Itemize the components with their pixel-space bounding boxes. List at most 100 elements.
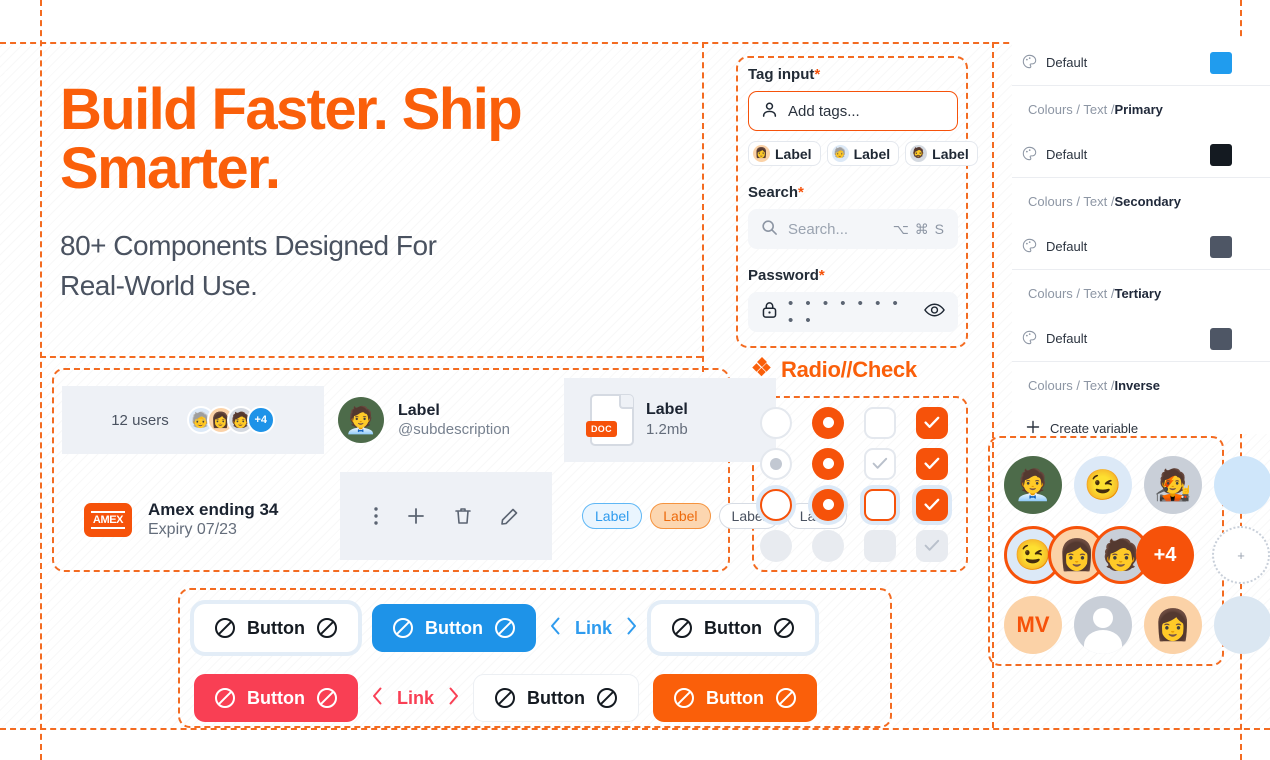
tag-pill-blue[interactable]: Label	[582, 503, 643, 529]
tag-chip-list: 👩 Label 🧓 Label 🧔 Label	[748, 141, 978, 166]
variable-row-4-swatch[interactable]	[1210, 235, 1232, 258]
checkbox-focus-ring[interactable]	[864, 488, 896, 521]
avatar-woman-1: 👩	[753, 145, 770, 162]
avatar-memoji-woman-2[interactable]: 👩	[1144, 596, 1202, 654]
radio-disabled	[760, 529, 792, 562]
search-shortcut-hint: ⌥ ⌘ S	[892, 220, 945, 237]
avatar-memoji-wink[interactable]: 😉	[1074, 456, 1132, 514]
tag-pill-orange[interactable]: Label	[650, 503, 711, 529]
radio-checked[interactable]	[812, 406, 844, 439]
button-red[interactable]: Button	[194, 674, 358, 722]
card-payment-row[interactable]: AMEX Amex ending 34 Expiry 07/23	[62, 480, 328, 560]
search-placeholder: Search...	[788, 220, 849, 238]
document-icon: DOC	[586, 394, 634, 446]
search-label: Search*	[748, 184, 958, 201]
button-blue-label: Button	[424, 617, 483, 638]
checkbox-unchecked[interactable]	[864, 406, 896, 439]
avatar-overflow-badge[interactable]: +4	[1136, 526, 1194, 584]
hero-subheadline: 80+ Components Designed For Real-World U…	[60, 226, 680, 306]
checkbox-checked-2[interactable]	[916, 447, 948, 480]
checkbox-disabled	[864, 529, 896, 562]
variable-row-2[interactable]: Default	[1012, 132, 1270, 178]
tag-input-label: Tag input*	[748, 66, 958, 83]
avatar-stacked-group: 😉 👩 🧑 +4	[1004, 526, 1194, 584]
card-user-row[interactable]: 🧑‍💼 Label @subdescription	[338, 378, 552, 462]
variable-group-5-prefix: Colours / Text /	[1028, 285, 1115, 301]
amex-logo-icon: AMEX	[84, 503, 132, 537]
avatar-illustration-man[interactable]: 🧑‍🎤	[1144, 456, 1202, 514]
tag-input-required-mark: *	[814, 66, 821, 83]
avatar-silhouette[interactable]	[1074, 596, 1132, 654]
tag-input-field[interactable]: Add tags...	[748, 91, 958, 131]
avatar-partial-edge[interactable]	[1214, 596, 1270, 654]
tag-chip-3[interactable]: 🧔 Label	[905, 141, 978, 166]
avatar-row-stacked: 😉 👩 🧑 +4 +	[1004, 526, 1270, 584]
no-entry-icon	[671, 617, 693, 639]
link-red-label: Link	[396, 687, 434, 708]
chevron-left-icon[interactable]	[372, 687, 383, 710]
password-field[interactable]: • • • • • • • • •	[748, 292, 958, 332]
button-plain[interactable]: Button	[473, 674, 639, 722]
variable-row-4[interactable]: Default	[1012, 224, 1270, 270]
link-blue[interactable]: Link	[550, 617, 637, 640]
radio-dot[interactable]	[760, 447, 792, 480]
trash-icon[interactable]	[454, 506, 472, 526]
tag-chip-1[interactable]: 👩 Label	[748, 141, 821, 166]
password-label-text: Password	[748, 267, 819, 284]
search-field[interactable]: Search... ⌥ ⌘ S	[748, 209, 958, 249]
variable-row-0[interactable]: Default	[1012, 40, 1270, 86]
button-white-1[interactable]: Button	[194, 604, 358, 652]
radio-unchecked[interactable]	[760, 406, 792, 439]
palette-icon	[1022, 54, 1037, 72]
tag-chip-1-label: Label	[775, 145, 812, 162]
button-red-label: Button	[247, 687, 305, 708]
hero-headline-line2: Smarter.	[60, 136, 281, 202]
checkbox-checked-focus-ring[interactable]	[916, 488, 948, 521]
checkbox-checked[interactable]	[916, 406, 948, 439]
plus-icon[interactable]	[406, 506, 426, 526]
buttons-showcase: Button Button Link Button Button Link Bu…	[178, 588, 892, 728]
create-variable-button[interactable]: Create variable	[1012, 408, 1270, 434]
avatar-man-3: 🧔	[910, 145, 928, 162]
hero-section: Build Faster. Ship Smarter. 80+ Componen…	[60, 80, 680, 306]
link-red[interactable]: Link	[372, 687, 459, 710]
button-row-secondary: Button Link Button Button	[194, 674, 817, 722]
link-blue-label: Link	[574, 617, 612, 638]
checkbox-check-gray[interactable]	[864, 447, 896, 480]
variable-row-2-swatch[interactable]	[1210, 143, 1232, 166]
button-blue[interactable]: Button	[371, 604, 536, 652]
radio-focus-ring[interactable]	[760, 488, 792, 521]
button-white-2[interactable]: Button	[650, 604, 815, 652]
chevron-left-icon[interactable]	[550, 617, 561, 640]
radio-checked-2[interactable]	[812, 447, 844, 480]
variable-row-6[interactable]: Default	[1012, 316, 1270, 362]
document-row-text: Label 1.2mb	[646, 400, 688, 440]
create-variable-label: Create variable	[1050, 420, 1139, 435]
chevron-right-icon[interactable]	[626, 617, 637, 640]
button-orange[interactable]: Button	[652, 674, 817, 722]
form-fields-section: Tag input* Add tags... 👩 Label 🧓 Label 🧔…	[748, 66, 978, 332]
pencil-icon[interactable]	[500, 507, 519, 526]
avatar-blue-partial[interactable]	[1214, 456, 1270, 514]
chevron-right-icon[interactable]	[448, 687, 459, 710]
more-vertical-icon[interactable]	[373, 507, 378, 525]
variable-group-7-prefix: Colours / Text /	[1028, 377, 1115, 393]
avatar-photo-man[interactable]: 🧑‍💼	[1004, 456, 1062, 514]
avatar-overflow-count: +4	[246, 406, 275, 434]
variable-row-0-swatch[interactable]	[1210, 51, 1232, 74]
no-entry-icon-trailing	[316, 617, 338, 639]
radio-checked-focus-ring[interactable]	[812, 488, 844, 521]
payment-expiry: Expiry 07/23	[148, 521, 237, 539]
eye-icon[interactable]	[924, 302, 945, 322]
avatar-photo-man: 🧑‍💼	[338, 397, 384, 443]
avatar-initials[interactable]: MV	[1004, 596, 1062, 654]
variable-row-6-swatch[interactable]	[1210, 327, 1232, 350]
user-row-subdescription: @subdescription	[398, 420, 510, 438]
no-entry-icon-trailing	[775, 687, 797, 709]
card-document-row[interactable]: DOC Label 1.2mb	[564, 378, 776, 462]
tag-chip-2[interactable]: 🧓 Label	[826, 141, 900, 166]
no-entry-icon	[214, 687, 236, 709]
payment-card-label: Amex ending 34	[148, 499, 279, 519]
avatar-add-placeholder[interactable]: +	[1212, 526, 1270, 584]
card-user-count[interactable]: 12 users 🧓 👩 🧑 +4	[62, 386, 324, 454]
